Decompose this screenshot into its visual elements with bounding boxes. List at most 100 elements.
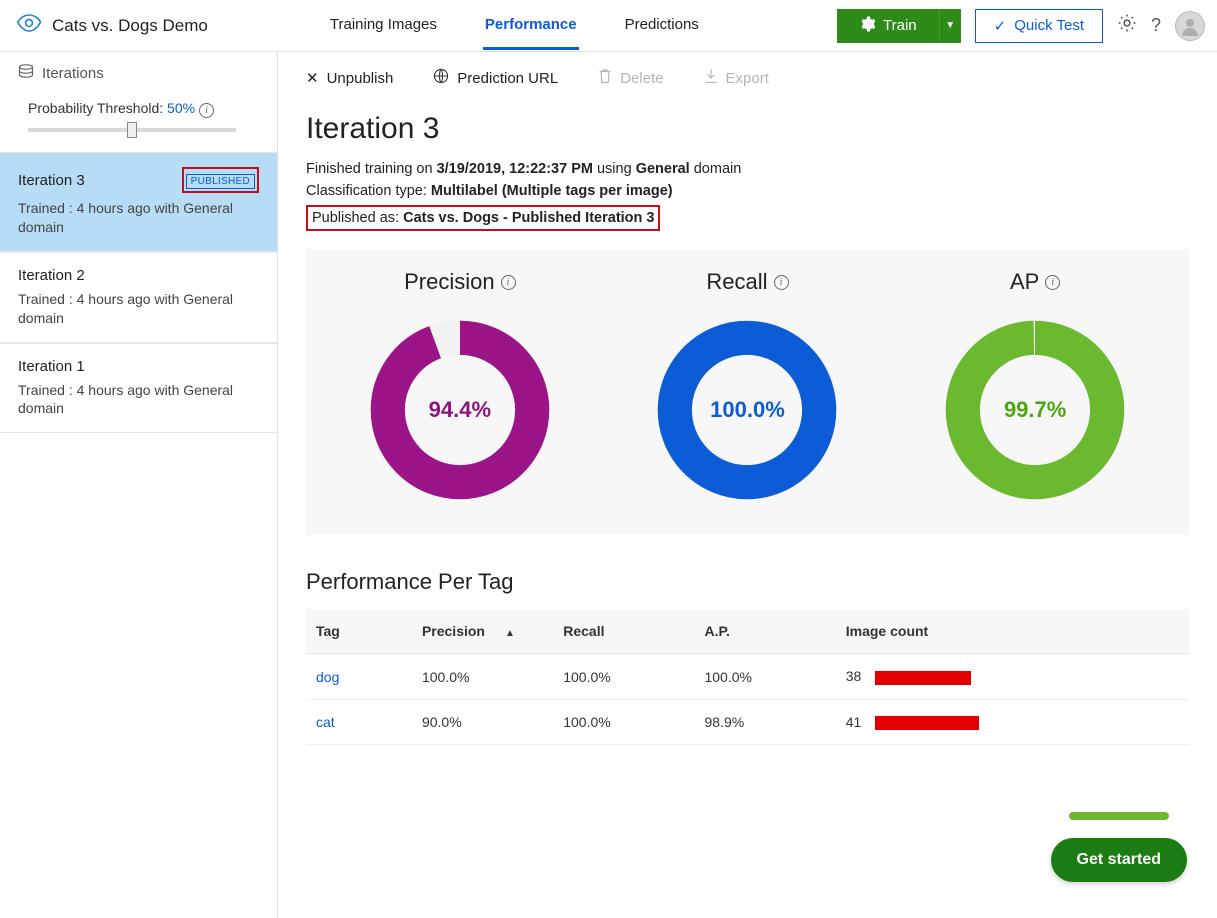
project-title: Cats vs. Dogs Demo [52,16,208,36]
meta-time: 3/19/2019, 12:22:37 PM [437,161,593,177]
export-button: Export [704,68,769,88]
iteration-meta: Finished training on 3/19/2019, 12:22:37… [278,158,1217,231]
close-icon: ✕ [306,69,319,87]
cell-ap: 100.0% [694,654,835,699]
tag-link[interactable]: cat [316,714,335,730]
performance-table: Tag Precision▲ Recall A.P. Image count d… [306,609,1189,745]
prediction-url-label: Prediction URL [457,70,558,87]
sort-caret-icon: ▲ [505,628,515,639]
ap-value: 99.7% [940,315,1130,505]
info-icon[interactable]: i [501,275,516,290]
avatar[interactable] [1175,11,1205,41]
train-button-group: Train ▼ [837,9,961,43]
performance-per-tag-title: Performance Per Tag [278,535,1217,609]
iteration-item-3[interactable]: Iteration 3 PUBLISHED Trained : 4 hours … [0,152,277,252]
unpublish-button[interactable]: ✕ Unpublish [306,68,393,88]
col-precision[interactable]: Precision▲ [412,609,553,654]
metric-label: AP [1010,269,1039,295]
tag-link[interactable]: dog [316,669,339,685]
export-label: Export [726,70,769,87]
published-as-highlight: Published as: Cats vs. Dogs - Published … [306,205,660,231]
highlight-box: PUBLISHED [182,167,259,193]
gear-icon [859,16,875,36]
meta-text: Published as: [312,210,403,226]
count-bar-icon [875,716,979,730]
meta-classification: Multilabel (Multiple tags per image) [431,183,673,199]
table-row: cat 90.0% 100.0% 98.9% 41 [306,699,1189,744]
sidebar: Iterations Probability Threshold: 50% i … [0,52,278,918]
info-icon[interactable]: i [1045,275,1060,290]
train-button-label: Train [883,17,917,34]
sidebar-heading-label: Iterations [42,65,104,82]
probability-threshold: Probability Threshold: 50% i [0,94,277,118]
col-tag[interactable]: Tag [306,609,412,654]
train-dropdown-button[interactable]: ▼ [939,9,961,43]
iteration-subtext: Trained : 4 hours ago with General domai… [18,381,259,419]
get-started-progress [1069,812,1169,820]
meta-text: Finished training on [306,161,437,177]
meta-text: domain [690,161,742,177]
cell-precision: 90.0% [412,699,553,744]
iteration-name: Iteration 3 [18,172,85,189]
delete-label: Delete [620,70,663,87]
cell-precision: 100.0% [412,654,553,699]
iteration-item-2[interactable]: Iteration 2 Trained : 4 hours ago with G… [0,252,277,343]
col-recall[interactable]: Recall [553,609,694,654]
cell-recall: 100.0% [553,699,694,744]
sidebar-heading: Iterations [0,52,277,94]
cell-count: 41 [836,699,1189,744]
delete-button: Delete [598,68,663,88]
iteration-name: Iteration 2 [18,267,259,284]
metric-ap: AP i 99.7% [905,269,1165,505]
threshold-slider[interactable] [28,128,236,132]
top-actions: Train ▼ ✓ Quick Test ? [837,9,1205,43]
get-started-button[interactable]: Get started [1051,838,1187,882]
tab-performance[interactable]: Performance [483,1,579,50]
info-icon[interactable]: i [199,103,214,118]
iteration-item-1[interactable]: Iteration 1 Trained : 4 hours ago with G… [0,343,277,434]
count-bar-icon [875,671,971,685]
metric-precision: Precision i 94.4% [330,269,590,505]
info-icon[interactable]: i [774,275,789,290]
metric-label: Precision [404,269,494,295]
iteration-subtext: Trained : 4 hours ago with General domai… [18,290,259,328]
main-panel: ✕ Unpublish Prediction URL Delete Export… [278,52,1217,918]
recall-value: 100.0% [652,315,842,505]
app-logo-icon [16,14,42,37]
precision-value: 94.4% [365,315,555,505]
threshold-label: Probability Threshold: [28,100,163,116]
iteration-subtext: Trained : 4 hours ago with General domai… [18,199,259,237]
tab-predictions[interactable]: Predictions [623,1,701,50]
cell-ap: 98.9% [694,699,835,744]
metric-label: Recall [706,269,767,295]
iteration-name: Iteration 1 [18,358,259,375]
iteration-toolbar: ✕ Unpublish Prediction URL Delete Export [278,52,1217,88]
unpublish-label: Unpublish [327,70,394,87]
published-badge: PUBLISHED [186,174,255,189]
meta-domain: General [636,161,690,177]
cell-recall: 100.0% [553,654,694,699]
check-icon: ✓ [994,17,1007,35]
col-image-count[interactable]: Image count [836,609,1189,654]
quick-test-button[interactable]: ✓ Quick Test [975,9,1103,43]
nav-tabs: Training Images Performance Predictions [328,1,701,50]
meta-text: using [593,161,636,177]
threshold-value: 50% [167,100,195,116]
help-icon[interactable]: ? [1151,15,1161,36]
iteration-title: Iteration 3 [278,88,1217,158]
published-name: Cats vs. Dogs - Published Iteration 3 [403,210,654,226]
table-row: dog 100.0% 100.0% 100.0% 38 [306,654,1189,699]
prediction-url-button[interactable]: Prediction URL [433,68,558,88]
settings-icon[interactable] [1117,13,1137,38]
meta-text: Classification type: [306,183,431,199]
top-bar: Cats vs. Dogs Demo Training Images Perfo… [0,0,1217,52]
iterations-icon [18,64,34,82]
tab-training-images[interactable]: Training Images [328,1,439,50]
slider-thumb[interactable] [127,122,137,138]
train-button[interactable]: Train [837,9,939,43]
metrics-panel: Precision i 94.4% Recall i 100.0% [306,249,1189,535]
col-ap[interactable]: A.P. [694,609,835,654]
globe-icon [433,68,449,88]
trash-icon [598,68,612,88]
quick-test-label: Quick Test [1014,17,1084,34]
